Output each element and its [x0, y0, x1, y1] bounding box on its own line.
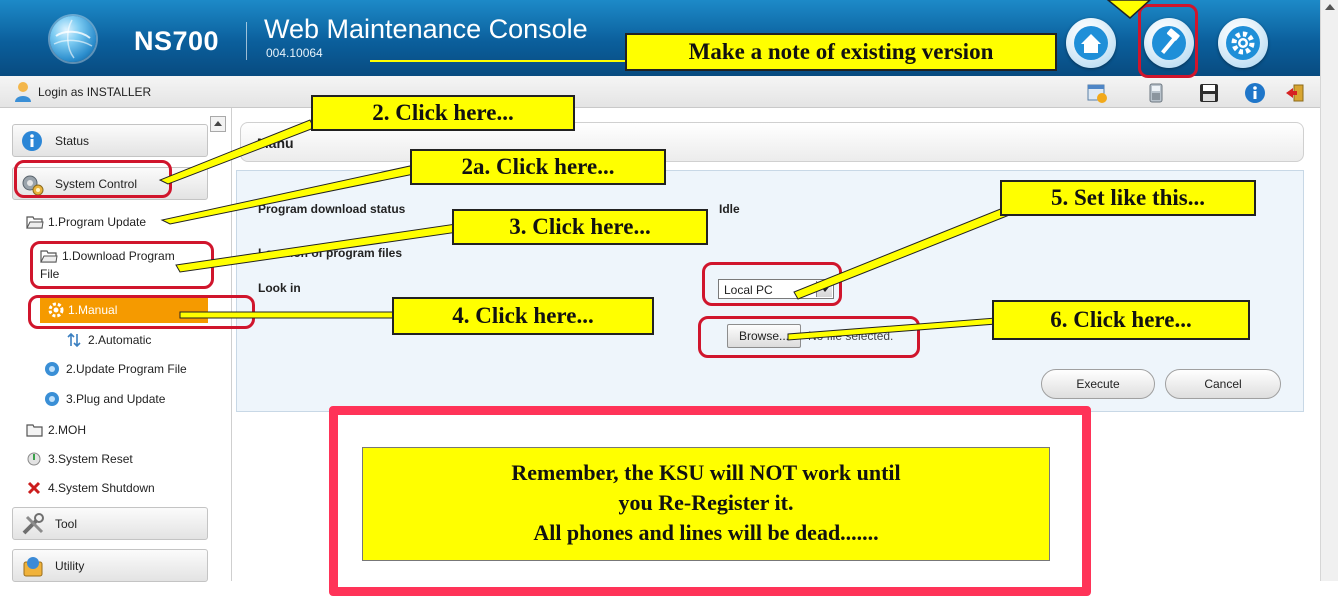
arrow-step3 [175, 223, 459, 273]
reminder-line-1: Remember, the KSU will NOT work until [511, 460, 901, 485]
callout-step3: 3. Click here... [452, 209, 708, 245]
arrow-step6 [787, 317, 997, 341]
arrow-step4 [179, 311, 397, 319]
callout-note-version: Make a note of existing version [625, 33, 1057, 71]
callout-step6: 6. Click here... [992, 300, 1250, 340]
callout-step2a: 2a. Click here... [410, 149, 666, 185]
arrow-step5 [793, 205, 1013, 300]
arrow-pointer-version [1106, 0, 1152, 19]
page-scrollbar[interactable] [1320, 0, 1338, 581]
callout-step2: 2. Click here... [311, 95, 575, 131]
reminder-note: Remember, the KSU will NOT work until yo… [362, 447, 1050, 561]
arrow-step2a [160, 165, 415, 225]
arrow-step2 [158, 119, 315, 185]
callout-step4: 4. Click here... [392, 297, 654, 335]
reminder-line-2: you Re-Register it. [618, 490, 794, 515]
reminder-line-3: All phones and lines will be dead....... [533, 520, 879, 545]
callout-step5: 5. Set like this... [1000, 180, 1256, 216]
